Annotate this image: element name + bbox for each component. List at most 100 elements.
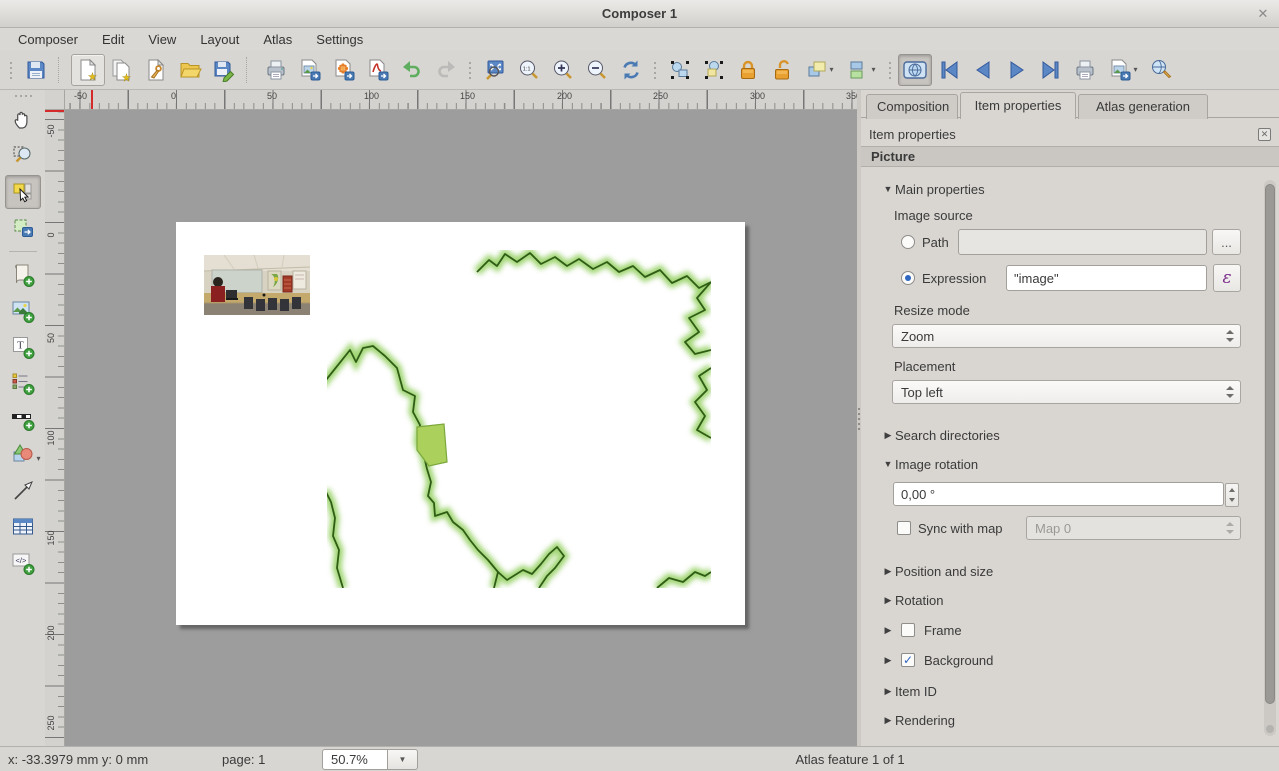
group-search-directories[interactable]: ▶ Search directories (861, 424, 1279, 446)
raise-items-button[interactable]: ▾ (799, 54, 841, 86)
open-template-button[interactable] (173, 54, 207, 86)
collapsed-arrow-icon: ▶ (881, 715, 895, 726)
group-main-properties[interactable]: ▼ Main properties (861, 178, 1279, 200)
map-item[interactable] (327, 250, 711, 588)
export-image-button[interactable] (293, 54, 327, 86)
zoom-actual-button[interactable]: 1:1 (512, 54, 546, 86)
spinner-buttons[interactable] (1225, 483, 1239, 507)
tab-composition[interactable]: Composition (866, 94, 958, 119)
pan-tool-button[interactable] (5, 103, 41, 137)
group-image-rotation[interactable]: ▼ Image rotation (861, 453, 1279, 475)
unlock-items-button[interactable] (765, 54, 799, 86)
lock-items-button[interactable] (731, 54, 765, 86)
expression-builder-button[interactable]: ε (1213, 264, 1241, 292)
move-item-content-button[interactable] (5, 211, 41, 245)
duplicate-composition-button[interactable]: ★ (105, 54, 139, 86)
atlas-first-button[interactable] (932, 54, 966, 86)
scrollbar-arrow[interactable] (1266, 725, 1274, 733)
print-atlas-button[interactable] (1068, 54, 1102, 86)
save-project-button[interactable] (19, 54, 53, 86)
atlas-next-button[interactable] (1000, 54, 1034, 86)
atlas-prev-button[interactable] (966, 54, 1000, 86)
frame-checkbox[interactable] (901, 623, 915, 637)
close-icon[interactable]: ✕ (1255, 6, 1271, 22)
menu-item-composer[interactable]: Composer (6, 30, 90, 49)
zoom-dropdown-button[interactable]: ▼ (388, 749, 418, 770)
panel-close-icon[interactable]: ✕ (1258, 128, 1271, 141)
placement-combo[interactable]: Top left (892, 380, 1241, 404)
scrollbar-thumb[interactable] (1265, 184, 1275, 704)
atlas-preview-button[interactable] (898, 54, 932, 86)
menu-item-view[interactable]: View (136, 30, 188, 49)
background-checkbox[interactable]: ✓ (901, 653, 915, 667)
toolbar-grip (651, 58, 660, 82)
tab-atlas-generation[interactable]: Atlas generation (1078, 94, 1208, 119)
path-input[interactable] (958, 229, 1207, 255)
add-image-button[interactable] (5, 294, 41, 328)
undo-button[interactable] (395, 54, 429, 86)
picture-item[interactable] (204, 255, 310, 315)
add-label-button[interactable]: T (5, 330, 41, 364)
group-rotation[interactable]: ▶ Rotation (861, 589, 1279, 611)
zoom-in-button[interactable] (546, 54, 580, 86)
rotation-spinbox[interactable]: 0,00 ° (893, 482, 1224, 506)
menu-item-layout[interactable]: Layout (188, 30, 251, 49)
group-item-id[interactable]: ▶ Item ID (861, 680, 1279, 702)
deselect-all-button[interactable] (697, 54, 731, 86)
export-svg-button[interactable] (327, 54, 361, 86)
menu-item-settings[interactable]: Settings (304, 30, 375, 49)
align-items-button[interactable]: ▾ (841, 54, 883, 86)
group-rendering[interactable]: ▶ Rendering (861, 709, 1279, 731)
add-html-frame-button[interactable]: </> (5, 546, 41, 580)
group-position-and-size[interactable]: ▶ Position and size (861, 560, 1279, 582)
refresh-button[interactable] (614, 54, 648, 86)
zoom-full-button[interactable] (478, 54, 512, 86)
group-background[interactable]: ▶ ✓ Background (861, 649, 1279, 671)
collapsed-arrow-icon: ▶ (881, 595, 895, 606)
redo-button (429, 54, 463, 86)
ruler-label: 250 (653, 91, 668, 101)
add-legend-button[interactable] (5, 366, 41, 400)
expression-radio[interactable] (901, 271, 915, 285)
menu-item-edit[interactable]: Edit (90, 30, 136, 49)
browse-button[interactable]: ... (1212, 229, 1241, 255)
select-move-item-button[interactable] (5, 175, 41, 209)
spinner-arrows-icon (1226, 386, 1235, 398)
composition-manager-button[interactable] (139, 54, 173, 86)
add-shape-button[interactable]: ▾ (5, 438, 41, 472)
add-new-map-button[interactable] (5, 258, 41, 292)
export-atlas-button[interactable]: ▾ (1102, 54, 1144, 86)
panel-scrollbar[interactable] (1264, 180, 1276, 736)
select-all-button[interactable] (663, 54, 697, 86)
new-composition-button[interactable]: ★ (71, 54, 105, 86)
zoom-value-field[interactable]: 50.7% (322, 749, 388, 770)
atlas-settings-button[interactable] (1144, 54, 1178, 86)
tab-item-properties[interactable]: Item properties (960, 92, 1076, 119)
group-frame[interactable]: ▶ Frame (861, 619, 1279, 641)
expression-input[interactable]: "image" (1006, 265, 1207, 291)
path-radio[interactable] (901, 235, 915, 249)
print-button[interactable] (259, 54, 293, 86)
panel-content: ▼ Main properties Image source Path ... … (861, 168, 1279, 745)
composition-viewport[interactable] (65, 110, 857, 746)
expression-label: Expression (922, 271, 986, 286)
toolbar-grip (11, 92, 35, 100)
add-attribute-table-button[interactable] (5, 510, 41, 544)
spinner-arrows-icon (1226, 330, 1235, 342)
atlas-last-button[interactable] (1034, 54, 1068, 86)
svg-text:★: ★ (88, 72, 97, 82)
zoom-tool-button[interactable] (5, 139, 41, 173)
main-toolbar: ★ ★ 1:1 ▾ ▾ ▾ (0, 50, 1279, 90)
save-template-button[interactable] (207, 54, 241, 86)
resize-mode-combo[interactable]: Zoom (892, 324, 1241, 348)
menu-item-atlas[interactable]: Atlas (251, 30, 304, 49)
add-scalebar-button[interactable] (5, 402, 41, 436)
composition-page[interactable] (176, 222, 745, 625)
expression-row: Expression "image" ε (861, 264, 1279, 292)
export-pdf-button[interactable] (361, 54, 395, 86)
zoom-combo[interactable]: 50.7% ▼ (322, 749, 418, 770)
zoom-out-button[interactable] (580, 54, 614, 86)
add-arrow-button[interactable] (5, 474, 41, 508)
expanded-arrow-icon: ▼ (881, 459, 895, 469)
sync-with-map-checkbox[interactable] (897, 521, 911, 535)
